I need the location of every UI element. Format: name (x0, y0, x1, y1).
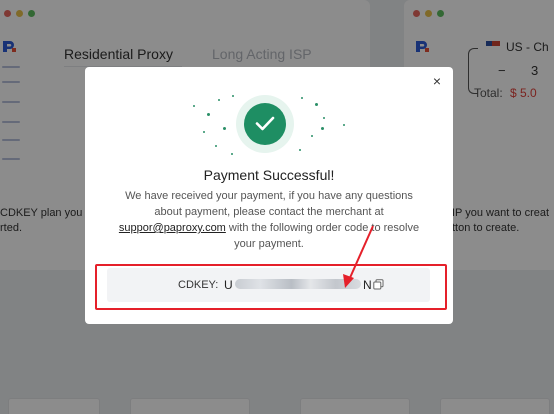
success-check-icon (244, 103, 286, 145)
dialog-title: Payment Successful! (203, 167, 335, 183)
sparkle-dot (299, 149, 301, 151)
sparkle-dot (223, 127, 226, 130)
annotation-arrow-icon (343, 225, 374, 288)
sparkle-dot (311, 135, 313, 137)
sparkle-dot (301, 97, 303, 99)
message-text-after: with the following order code to resolve… (228, 222, 420, 250)
success-illustration (85, 91, 453, 155)
highlight-annotation (95, 264, 447, 310)
support-email-link[interactable]: suppor@paproxy.com (119, 222, 226, 234)
sparkle-dot (203, 131, 205, 133)
sparkle-dot (215, 145, 217, 147)
sparkle-dot (207, 113, 210, 116)
sparkle-dot (193, 105, 195, 107)
sparkle-dot (315, 103, 318, 106)
sparkle-dot (232, 95, 234, 97)
sparkle-dot (343, 124, 345, 126)
message-text-before: We have received your payment, if you ha… (125, 190, 413, 218)
close-button[interactable]: × (430, 74, 444, 88)
sparkle-dot (323, 117, 325, 119)
sparkle-dot (231, 153, 233, 155)
sparkle-dot (218, 99, 220, 101)
sparkle-dot (321, 127, 324, 130)
